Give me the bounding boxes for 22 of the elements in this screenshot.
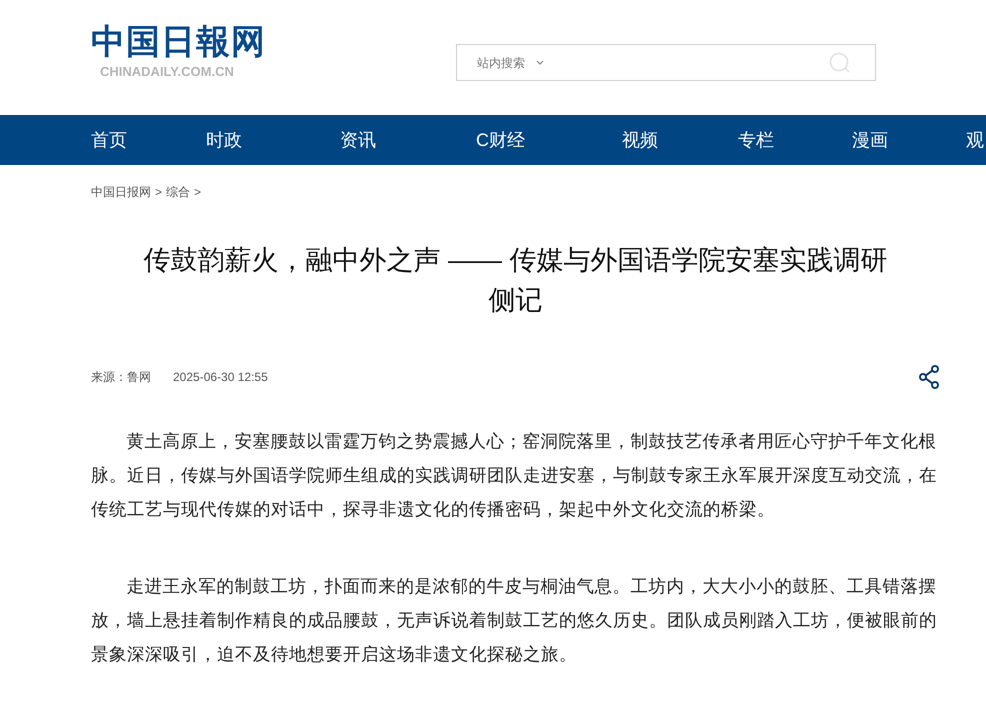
breadcrumb-link[interactable]: 综合 <box>166 183 190 201</box>
nav-link[interactable]: C财经 <box>476 126 622 154</box>
site-domain: CHINADAILY.COM.CN <box>100 64 235 80</box>
article-date: 2025-06-30 12:55 <box>173 369 268 386</box>
article-source: 来源：鲁网 <box>91 369 151 386</box>
article-paragraph: 黄土高原上，安塞腰鼓以雷霆万钧之势震撼人心；窑洞院落里，制鼓技艺传承者用匠心守护千年文化根脉。近日，传媒与外国语学院师生组成的实践调研团队走进安塞，与制鼓专家王永军展开深度互动交流，在传统工艺与现代传媒的对话中，探寻非遗文化的传播密码，架起中外文化交流的桥梁。 <box>91 430 938 521</box>
breadcrumb-separator: > <box>155 184 162 201</box>
share-icon[interactable] <box>918 365 940 389</box>
search-field[interactable]: 站内搜索 <box>456 44 876 81</box>
nav-link[interactable]: 漫画 <box>852 126 966 154</box>
nav-link[interactable]: 观 <box>966 126 986 154</box>
breadcrumb-separator: > <box>194 184 202 201</box>
nav-link[interactable]: 时政 <box>206 126 340 154</box>
breadcrumb-link[interactable]: 中国日报网 <box>91 183 151 201</box>
site-logo[interactable]: 中国日報网 <box>91 22 261 62</box>
nav-link[interactable]: 资讯 <box>340 126 476 154</box>
article-paragraph: 走进王永军的制鼓工坊，扑面而来的是浓郁的牛皮与桐油气息。工坊内，大大小小的鼓胚、工具错落摆放，墙上悬挂着制作精良的成品腰鼓，无声诉说着制鼓工艺的悠久历史。团队成员刚踏入工坊，便被眼前的景象深深吸引，迫不及待地想要开启这场非遗文化探秘之旅。 <box>91 575 938 666</box>
nav-link[interactable]: 视频 <box>622 126 738 154</box>
nav-link[interactable]: 专栏 <box>738 126 852 154</box>
chevron-down-icon <box>536 60 544 66</box>
nav-link[interactable]: 首页 <box>91 126 206 154</box>
article-title: 传鼓韵薪火，融中外之声 —— 传媒与外国语学院安塞实践调研侧记 <box>142 244 888 317</box>
